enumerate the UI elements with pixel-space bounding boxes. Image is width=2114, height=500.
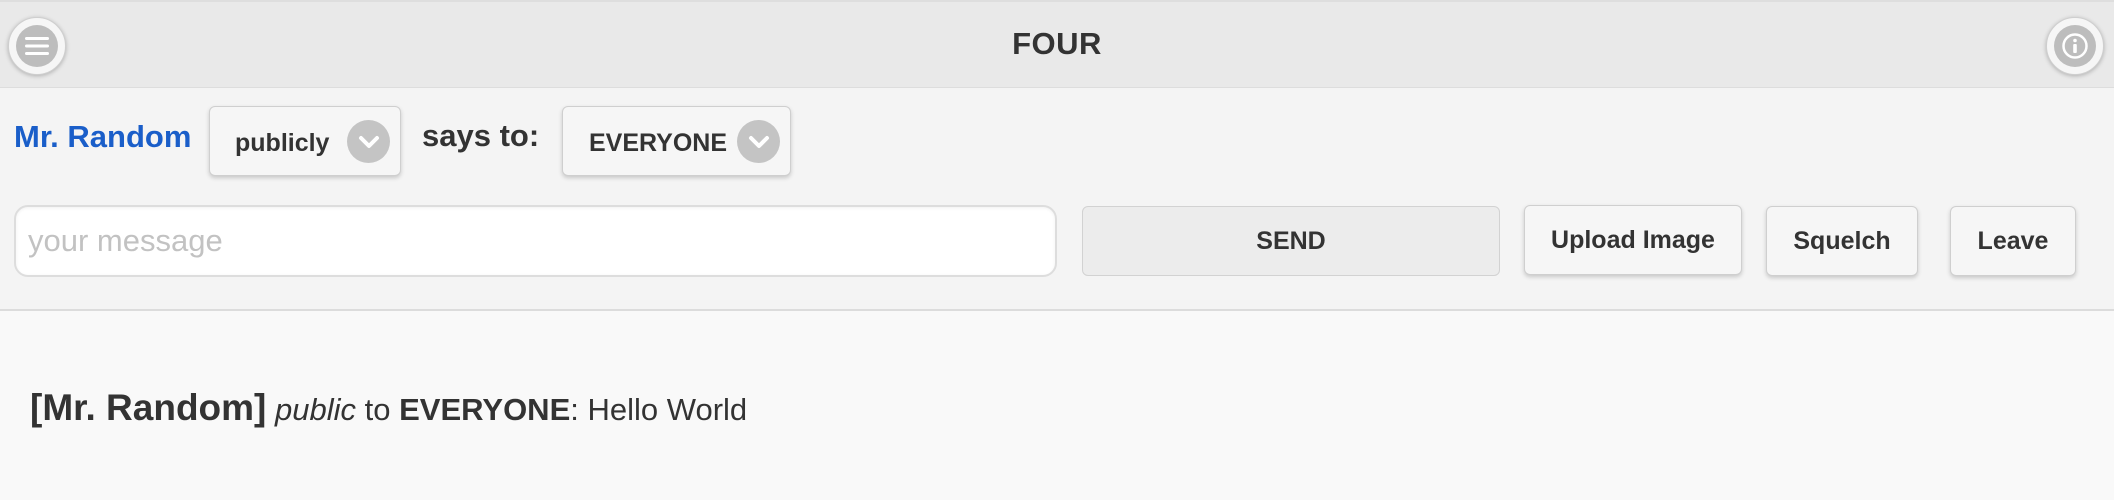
says-to-label: says to: (422, 118, 540, 153)
message-recipient: EVERYONE (399, 392, 571, 427)
sender-name[interactable]: Mr. Random (14, 119, 191, 155)
message-sender: [Mr. Random] (30, 387, 267, 428)
visibility-select[interactable]: publicly (209, 106, 401, 176)
message-input[interactable] (14, 205, 1057, 277)
recipient-select[interactable]: EVERYONE (562, 106, 791, 176)
message-text: Hello World (587, 392, 748, 427)
chevron-down-icon (737, 120, 780, 163)
page-title: FOUR (1012, 26, 1102, 61)
visibility-select-value: publicly (235, 129, 330, 157)
composer-panel: Mr. Random publicly says to: EVERYONE SE… (0, 88, 2114, 311)
message-mode: public (275, 392, 357, 427)
list-item: [Mr. Random] public to EVERYONE: Hello W… (30, 387, 747, 429)
leave-button[interactable]: Leave (1950, 206, 2076, 276)
message-log: [Mr. Random] public to EVERYONE: Hello W… (0, 311, 2114, 500)
message-connector: to (364, 392, 391, 427)
squelch-button[interactable]: Squelch (1766, 206, 1918, 276)
header-bar: FOUR (0, 0, 2114, 88)
info-button[interactable] (2046, 17, 2104, 75)
upload-image-button[interactable]: Upload Image (1524, 205, 1742, 275)
info-icon (2054, 25, 2096, 67)
chevron-down-icon (347, 120, 390, 163)
send-button[interactable]: SEND (1082, 206, 1500, 276)
message-separator: : (570, 392, 579, 427)
recipient-select-value: EVERYONE (589, 129, 728, 157)
